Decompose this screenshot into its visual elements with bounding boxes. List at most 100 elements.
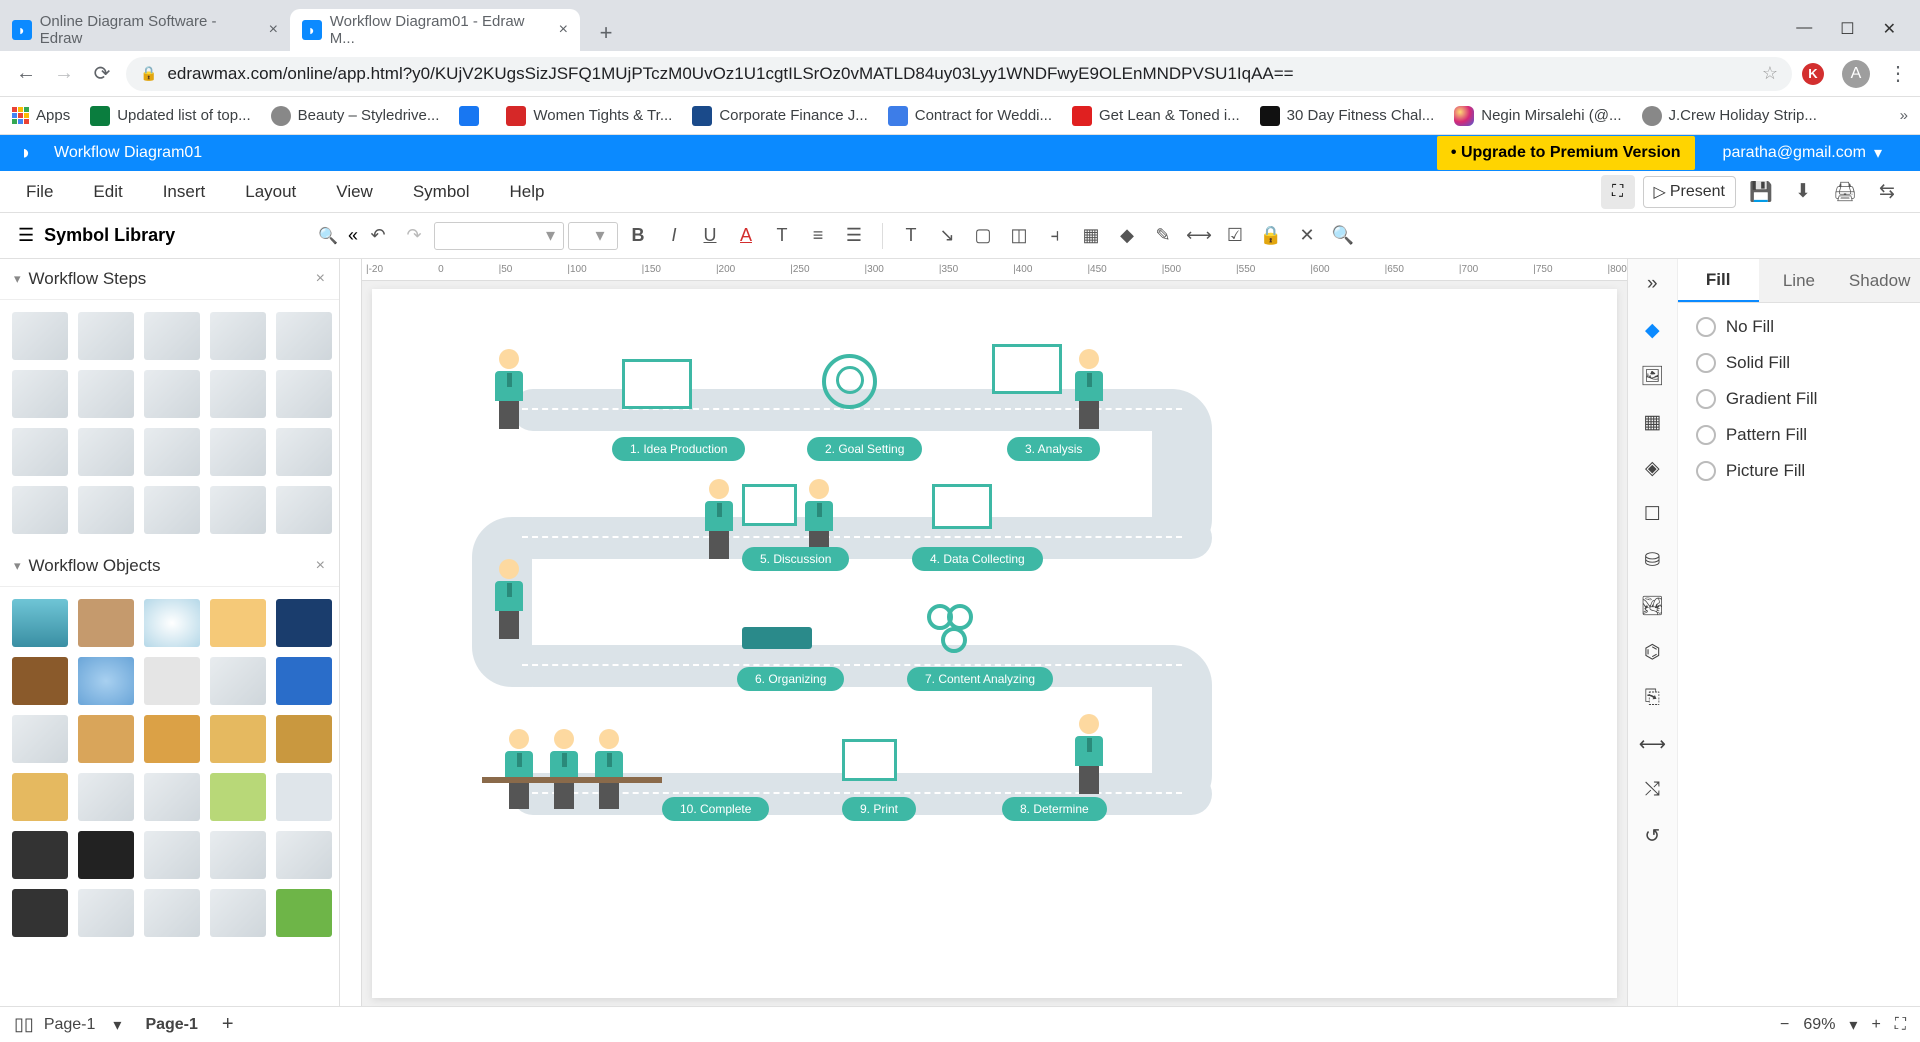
shape-item[interactable] [78,428,134,476]
step-label[interactable]: 1. Idea Production [612,437,745,461]
step-label[interactable]: 6. Organizing [737,667,844,691]
tools-icon[interactable]: ✕ [1291,220,1323,252]
shape-item[interactable] [144,831,200,879]
shape-item[interactable] [12,889,68,937]
present-button[interactable]: ▷Present [1643,176,1736,208]
maximize-icon[interactable]: ☐ [1840,19,1854,39]
tab-fill[interactable]: Fill [1678,259,1759,302]
shape-item[interactable] [210,370,266,418]
step-label[interactable]: 9. Print [842,797,916,821]
shape-item[interactable] [276,486,332,534]
bookmarks-overflow-icon[interactable]: » [1900,107,1908,124]
screen-icon[interactable] [742,484,797,526]
search-icon[interactable]: 🔍 [318,226,338,246]
font-color-icon[interactable]: A [730,220,762,252]
monitor-icon[interactable] [932,484,992,529]
distribute-icon[interactable]: ▦ [1075,220,1107,252]
section-workflow-steps[interactable]: ▾ Workflow Steps × [0,259,339,300]
group-icon[interactable]: ▢ [967,220,999,252]
shape-item[interactable] [210,831,266,879]
zoom-in-icon[interactable]: + [1871,1016,1880,1034]
shape-item[interactable] [78,889,134,937]
shape-item[interactable] [78,486,134,534]
section-workflow-objects[interactable]: ▾ Workflow Objects × [0,546,339,587]
align-tool-icon[interactable]: ⫞ [1039,220,1071,252]
user-menu[interactable]: paratha@gmail.com▾ [1695,143,1910,163]
shape-item[interactable] [210,428,266,476]
upgrade-button[interactable]: • Upgrade to Premium Version [1437,136,1695,170]
shape-item[interactable] [144,657,200,705]
lock-icon[interactable]: 🔒 [1255,220,1287,252]
bookmark-item[interactable]: Contract for Weddi... [888,106,1052,126]
text-icon[interactable]: T [766,220,798,252]
new-tab-button[interactable]: + [588,15,624,51]
close-section-icon[interactable]: × [316,557,325,575]
save-icon[interactable]: 💾 [1744,175,1778,209]
underline-icon[interactable]: U [694,220,726,252]
layer-tool-icon[interactable]: ◈ [1637,453,1667,483]
shape-item[interactable] [276,428,332,476]
shape-item[interactable] [12,486,68,534]
shape-item[interactable] [12,715,68,763]
align-icon[interactable]: ≡ [802,220,834,252]
bookmark-item[interactable]: Updated list of top... [90,106,250,126]
shape-item[interactable] [210,599,266,647]
reload-button[interactable]: ⟳ [88,60,116,88]
italic-icon[interactable]: I [658,220,690,252]
close-window-icon[interactable]: ✕ [1883,19,1896,39]
callout-tool-icon[interactable]: ☐ [1637,499,1667,529]
export-tool-icon[interactable]: ⎘ [1637,683,1667,713]
shape-item[interactable] [12,599,68,647]
step-label[interactable]: 8. Determine [1002,797,1107,821]
shape-item[interactable] [78,773,134,821]
menu-file[interactable]: File [6,171,73,213]
shape-item[interactable] [210,312,266,360]
print-icon[interactable]: 🖨 [1828,175,1862,209]
shuffle-tool-icon[interactable]: ⤭ [1637,775,1667,805]
minimize-icon[interactable]: — [1796,19,1812,39]
grid-tool-icon[interactable]: ▦ [1637,407,1667,437]
fill-icon[interactable]: ◆ [1111,220,1143,252]
bookmark-item[interactable]: Negin Mirsalehi (@... [1454,106,1621,126]
bold-icon[interactable]: B [622,220,654,252]
fit-screen-icon[interactable]: ⛶ [1895,1016,1906,1034]
list-icon[interactable]: ☰ [838,220,870,252]
radio-picture-fill[interactable]: Picture Fill [1696,461,1902,481]
step-label[interactable]: 3. Analysis [1007,437,1100,461]
document-title[interactable]: Workflow Diagram01 [54,144,202,162]
shape-item[interactable] [276,657,332,705]
printer-icon[interactable] [842,739,897,781]
step-label[interactable]: 5. Discussion [742,547,849,571]
search-canvas-icon[interactable]: 🔍 [1327,220,1359,252]
picture-tool-icon[interactable]: 🏞 [1637,591,1667,621]
text-tool-icon[interactable]: T [895,220,927,252]
data-tool-icon[interactable]: ⛁ [1637,545,1667,575]
share-icon[interactable]: ⇆ [1870,175,1904,209]
ruler-tool-icon[interactable]: ⟷ [1637,729,1667,759]
radio-solid-fill[interactable]: Solid Fill [1696,353,1902,373]
radio-no-fill[interactable]: No Fill [1696,317,1902,337]
profile-avatar[interactable]: A [1842,60,1870,88]
fill-tool-icon[interactable]: ◆ [1637,315,1667,345]
pen-icon[interactable]: ✎ [1147,220,1179,252]
shape-item[interactable] [12,831,68,879]
shape-item[interactable] [12,428,68,476]
close-icon[interactable]: × [269,21,278,39]
router-icon[interactable] [742,627,812,649]
shape-item[interactable] [276,599,332,647]
bookmark-item[interactable]: J.Crew Holiday Strip... [1642,106,1817,126]
shape-item[interactable] [276,370,332,418]
bookmark-item[interactable]: Women Tights & Tr... [506,106,672,126]
radio-gradient-fill[interactable]: Gradient Fill [1696,389,1902,409]
back-button[interactable]: ← [12,60,40,88]
menu-symbol[interactable]: Symbol [393,171,490,213]
ungroup-icon[interactable]: ◫ [1003,220,1035,252]
page-selector[interactable]: Page-1 ▾ [34,1015,132,1035]
step-label[interactable]: 2. Goal Setting [807,437,922,461]
add-page-icon[interactable]: + [222,1013,234,1036]
page-tab[interactable]: Page-1 [131,1016,211,1034]
step-label[interactable]: 7. Content Analyzing [907,667,1053,691]
shape-item[interactable] [276,312,332,360]
history-tool-icon[interactable]: ↺ [1637,821,1667,851]
shape-item[interactable] [276,773,332,821]
